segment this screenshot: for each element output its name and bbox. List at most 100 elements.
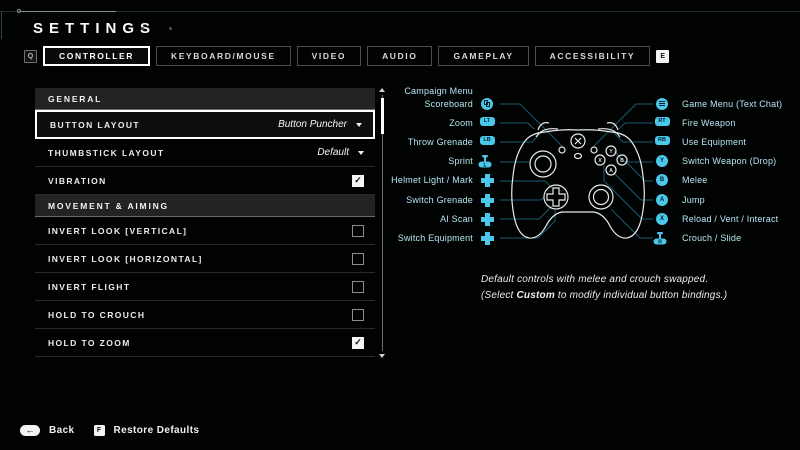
checkbox[interactable] xyxy=(352,252,364,265)
top-divider-highlight xyxy=(20,11,116,12)
dpad-icon xyxy=(480,231,494,245)
setting-row-button-layout[interactable]: BUTTON LAYOUT Button Puncher xyxy=(35,110,375,139)
binding-icon-slot xyxy=(478,97,496,110)
y-button-icon: Y xyxy=(656,155,668,168)
binding-icon-slot xyxy=(653,97,671,110)
binding-label-crouch-slide: Crouch / Slide xyxy=(682,232,741,245)
binding-label-melee: Melee xyxy=(682,174,708,187)
title-dot xyxy=(169,27,172,30)
setting-label: BUTTON LAYOUT xyxy=(50,119,140,130)
binding-label-line: AI Scan xyxy=(440,213,473,224)
footer-bar: ← Back F Restore Defaults xyxy=(20,425,209,436)
setting-label: HOLD TO CROUCH xyxy=(48,309,146,320)
x-button-icon: X xyxy=(656,212,668,225)
tab-bar: Q CONTROLLER KEYBOARD/MOUSE VIDEO AUDIO GAME… xyxy=(24,46,670,66)
restore-defaults-key-icon[interactable]: F xyxy=(93,425,105,436)
setting-row-hold-to-zoom[interactable]: HOLD TO ZOOM ✓ xyxy=(35,329,375,357)
page-title: SETTINGS xyxy=(33,20,157,37)
checkbox[interactable]: ✓ xyxy=(352,336,364,349)
rt-bumper-icon: RT xyxy=(654,116,670,126)
binding-label-line: Throw Grenade xyxy=(407,136,473,147)
checkbox[interactable]: ✓ xyxy=(352,174,364,187)
dpad-icon xyxy=(480,212,494,226)
setting-row-invert-look-vertical-[interactable]: INVERT LOOK [VERTICAL] xyxy=(35,217,375,245)
scrollbar-thumb[interactable] xyxy=(381,98,384,134)
next-tab-key-icon[interactable]: E xyxy=(656,49,670,63)
svg-text:B: B xyxy=(620,158,624,164)
binding-label-throw-grenade: Throw Grenade xyxy=(408,136,473,149)
binding-label-line: Zoom xyxy=(449,117,473,128)
binding-label-switch-equipment: Switch Equipment xyxy=(398,232,473,245)
dpad-icon xyxy=(480,174,494,188)
setting-control: Default xyxy=(317,147,364,158)
binding-label-switch-weapon-drop-: Switch Weapon (Drop) xyxy=(682,155,776,168)
setting-control: Button Puncher xyxy=(278,119,362,130)
binding-icon-slot: X xyxy=(653,212,671,225)
tab-audio[interactable]: AUDIO xyxy=(367,46,433,66)
svg-text:X: X xyxy=(598,158,602,164)
setting-row-vibration[interactable]: VIBRATION ✓ xyxy=(35,167,375,195)
restore-defaults-button[interactable]: Restore Defaults xyxy=(114,425,200,436)
setting-control xyxy=(352,252,364,265)
setting-label: INVERT LOOK [VERTICAL] xyxy=(48,225,188,236)
checkbox[interactable] xyxy=(352,224,364,237)
setting-row-thumbstick-layout[interactable]: THUMBSTICK LAYOUT Default xyxy=(35,139,375,167)
dropdown-value[interactable]: Default xyxy=(317,147,349,158)
chevron-down-icon[interactable] xyxy=(358,150,364,155)
binding-icon-slot: B xyxy=(653,174,671,187)
section-header: MOVEMENT & AIMING xyxy=(35,195,375,217)
setting-row-invert-look-horizontal-[interactable]: INVERT LOOK [HORIZONTAL] xyxy=(35,245,375,273)
setting-label: INVERT FLIGHT xyxy=(48,281,131,292)
tab-keyboard-mouse[interactable]: KEYBOARD/MOUSE xyxy=(156,46,291,66)
checkbox[interactable] xyxy=(352,280,364,293)
binding-label-line: Campaign Menu xyxy=(404,85,473,96)
b-button-icon: B xyxy=(656,174,668,187)
binding-label-line: Jump xyxy=(682,194,705,205)
binding-label-jump: Jump xyxy=(682,194,705,207)
setting-control: ✓ xyxy=(352,336,364,349)
binding-label-line: Melee xyxy=(682,175,708,186)
binding-label-ai-scan: AI Scan xyxy=(440,213,473,226)
diagram-notes: Default controls with melee and crouch s… xyxy=(481,274,727,306)
menu-button-icon xyxy=(656,97,668,110)
setting-control xyxy=(352,280,364,293)
binding-label-game-menu-text-chat-: Game Menu (Text Chat) xyxy=(682,98,782,111)
binding-icon-slot: Y xyxy=(653,155,671,168)
svg-text:A: A xyxy=(609,168,613,174)
binding-label-line: Use Equipment xyxy=(682,136,747,147)
chevron-down-icon[interactable] xyxy=(356,122,362,127)
menu-bar xyxy=(659,103,665,104)
menu-bar xyxy=(659,105,665,106)
prev-tab-key-icon[interactable]: Q xyxy=(24,49,37,63)
svg-text:Y: Y xyxy=(609,149,613,155)
scroll-up-icon[interactable] xyxy=(379,88,385,92)
tabs-container: CONTROLLER KEYBOARD/MOUSE VIDEO AUDIO GAMEPL… xyxy=(43,46,651,66)
setting-row-invert-flight[interactable]: INVERT FLIGHT xyxy=(35,273,375,301)
binding-label-line: Switch Equipment xyxy=(397,232,473,243)
svg-text:L: L xyxy=(483,162,486,168)
note-line-2: (Select Custom to modify individual butt… xyxy=(481,290,728,301)
back-button[interactable]: Back xyxy=(49,425,75,436)
back-key-icon[interactable]: ← xyxy=(20,425,40,436)
controller-diagram: Y X B A Campaign Menu Scoreboard Zoom LT Thr… xyxy=(391,84,795,259)
dropdown-value[interactable]: Button Puncher xyxy=(278,119,347,130)
binding-label-switch-grenade: Switch Grenade xyxy=(406,194,473,207)
setting-label: HOLD TO ZOOM xyxy=(48,337,131,348)
tab-video[interactable]: VIDEO xyxy=(296,46,362,66)
binding-icon-slot xyxy=(478,174,496,188)
scroll-down-icon[interactable] xyxy=(379,354,385,358)
scrollbar[interactable] xyxy=(377,88,387,358)
binding-icon-slot: A xyxy=(653,193,671,206)
binding-label-line: Crouch / Slide xyxy=(682,232,742,243)
menu-bar xyxy=(659,101,665,102)
binding-label-zoom: Zoom xyxy=(449,117,473,130)
lb-bumper-icon: LB xyxy=(479,135,495,145)
tab-controller[interactable]: CONTROLLER xyxy=(43,46,151,66)
tab-gameplay[interactable]: GAMEPLAY xyxy=(438,46,529,66)
setting-control: ✓ xyxy=(352,174,364,187)
setting-row-hold-to-crouch[interactable]: HOLD TO CROUCH xyxy=(35,301,375,329)
checkbox[interactable] xyxy=(352,308,364,321)
tab-accessibility[interactable]: ACCESSIBILITY xyxy=(534,46,651,66)
settings-panel: GENERAL BUTTON LAYOUT Button Puncher THUMBS… xyxy=(35,88,375,357)
binding-icon-slot xyxy=(478,193,496,207)
